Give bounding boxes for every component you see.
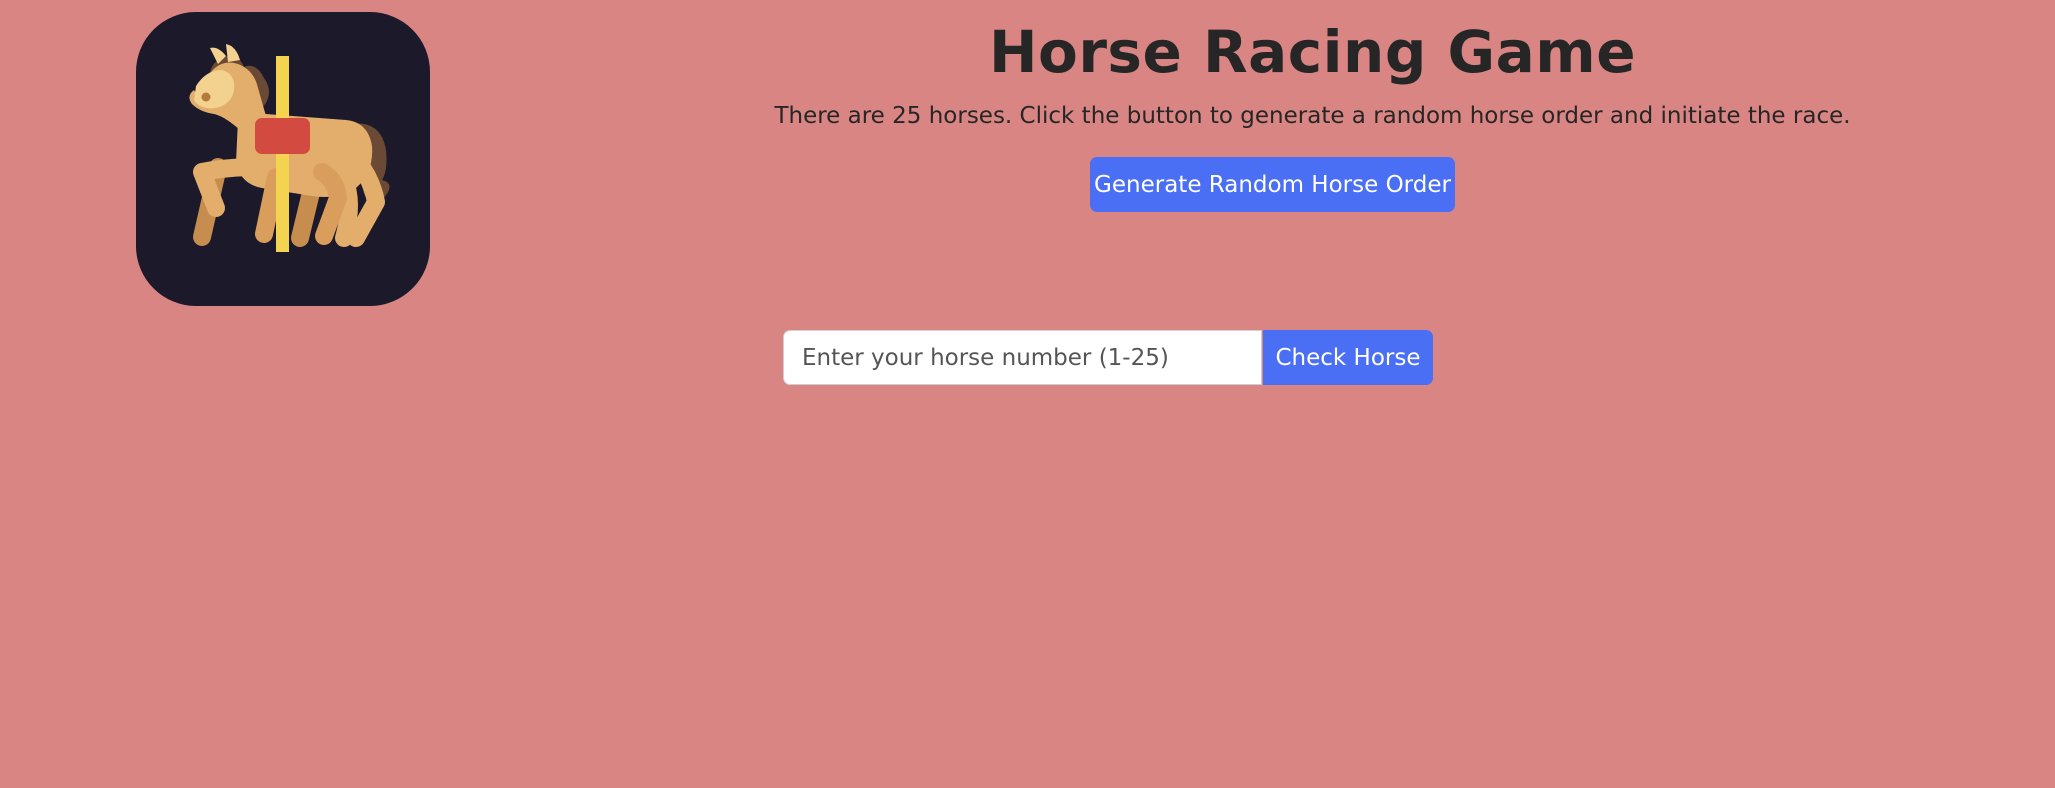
generate-order-button[interactable]: Generate Random Horse Order — [1090, 157, 1455, 212]
check-horse-button[interactable]: Check Horse — [1263, 330, 1433, 385]
horse-number-input[interactable] — [783, 330, 1262, 385]
page-title: Horse Racing Game — [988, 18, 1637, 86]
game-description: There are 25 horses. Click the button to… — [774, 103, 1851, 129]
